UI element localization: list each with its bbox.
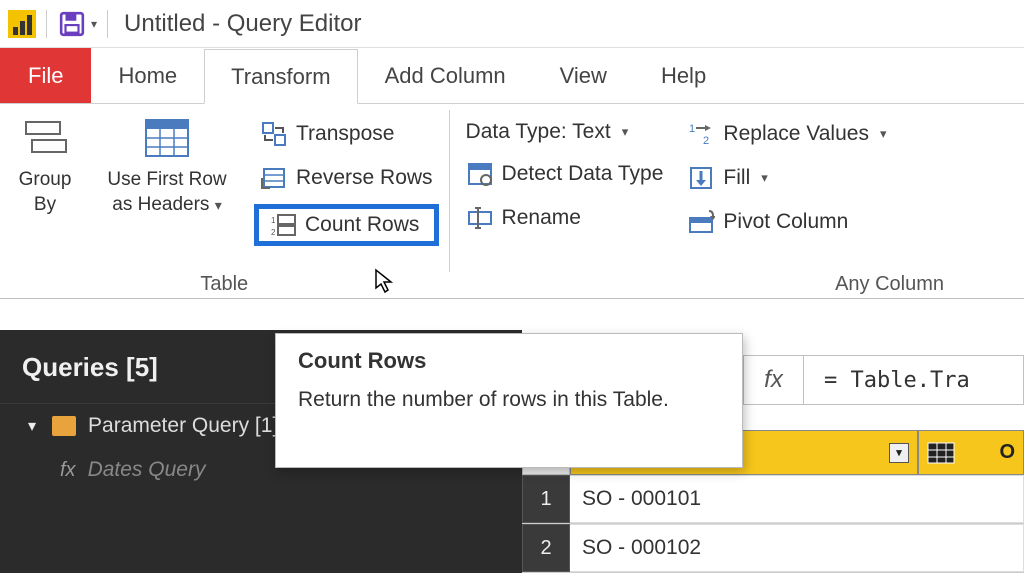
tooltip: Count Rows Return the number of rows in … — [275, 333, 743, 468]
window-title: Untitled - Query Editor — [124, 10, 361, 38]
formula-text[interactable]: = Table.Tra — [816, 368, 970, 393]
tooltip-body: Return the number of rows in this Table. — [298, 386, 720, 414]
save-button[interactable] — [57, 9, 87, 39]
file-menu-button[interactable]: File — [0, 48, 91, 103]
pivot-column-icon — [687, 208, 715, 236]
tab-home[interactable]: Home — [91, 48, 204, 103]
fill-icon — [687, 164, 715, 192]
column-type-icon — [927, 442, 955, 464]
count-rows-icon: 1 2 — [269, 211, 297, 239]
rename-button[interactable]: Rename — [460, 200, 670, 236]
tab-add-column[interactable]: Add Column — [358, 48, 533, 103]
rename-label: Rename — [502, 206, 581, 230]
tab-view[interactable]: View — [533, 48, 634, 103]
data-rows: 1 SO - 000101 2 SO - 000102 — [522, 475, 1024, 573]
use-first-row-label: Use First Rowas Headers ▾ — [107, 168, 226, 217]
replace-values-button[interactable]: 12 Replace Values ▾ — [681, 116, 892, 152]
table-row[interactable]: 2 SO - 000102 — [522, 524, 1024, 573]
replace-values-icon: 12 — [687, 120, 715, 148]
column-header-label: O — [999, 441, 1015, 464]
ribbon-group-table: GroupBy Use First Rowas Headers ▾ — [0, 104, 449, 298]
menu-tab-bar: File Home Transform Add Column View Help — [0, 48, 1024, 104]
row-number: 1 — [522, 475, 570, 523]
count-rows-button[interactable]: 1 2 Count Rows — [254, 204, 439, 246]
row-number: 2 — [522, 524, 570, 572]
rename-icon — [466, 204, 494, 232]
title-bar: ▾ Untitled - Query Editor — [0, 0, 1024, 48]
dropdown-arrow-icon: ▾ — [880, 126, 887, 142]
ribbon-group-any-column: Data Type: Text ▾ Detect Data Type Renam… — [450, 104, 1024, 298]
formula-bar: fx = Table.Tra — [743, 355, 1024, 405]
svg-text:2: 2 — [703, 135, 709, 147]
collapse-arrow-icon[interactable]: ▾ — [28, 416, 36, 436]
fill-button[interactable]: Fill ▾ — [681, 160, 892, 196]
detect-data-type-icon — [466, 160, 494, 188]
save-icon — [59, 11, 85, 37]
reverse-rows-icon — [260, 164, 288, 192]
pivot-column-button[interactable]: Pivot Column — [681, 204, 892, 240]
transpose-label: Transpose — [296, 122, 394, 146]
fx-button[interactable]: fx — [744, 356, 804, 404]
tooltip-title: Count Rows — [298, 348, 720, 374]
ribbon: GroupBy Use First Rowas Headers ▾ — [0, 104, 1024, 299]
queries-item-label: Parameter Query [1] — [88, 414, 278, 438]
use-first-row-icon — [144, 116, 190, 162]
data-type-button[interactable]: Data Type: Text ▾ — [460, 116, 670, 148]
fx-icon: fx — [60, 459, 76, 482]
transpose-button[interactable]: Transpose — [254, 116, 439, 152]
tab-help[interactable]: Help — [634, 48, 733, 103]
separator — [46, 10, 47, 38]
fill-label: Fill — [723, 166, 750, 190]
group-label-any-column: Any Column — [460, 271, 1014, 296]
pivot-column-label: Pivot Column — [723, 210, 848, 234]
group-label-table: Table — [10, 271, 439, 296]
qat-dropdown-icon[interactable]: ▾ — [91, 17, 97, 31]
svg-text:1: 1 — [689, 123, 695, 135]
reverse-rows-button[interactable]: Reverse Rows — [254, 160, 439, 196]
svg-text:2: 2 — [271, 228, 276, 237]
group-by-icon — [22, 116, 68, 162]
tab-transform[interactable]: Transform — [204, 49, 357, 104]
app-logo-icon — [8, 10, 36, 38]
transpose-icon — [260, 120, 288, 148]
detect-data-type-label: Detect Data Type — [502, 162, 664, 186]
data-type-label: Data Type: Text — [466, 120, 611, 144]
cell-value[interactable]: SO - 000102 — [570, 524, 1024, 572]
folder-icon — [52, 416, 76, 436]
use-first-row-button[interactable]: Use First Rowas Headers ▾ — [92, 110, 242, 217]
column-header[interactable]: O — [918, 430, 1024, 475]
cell-value[interactable]: SO - 000101 — [570, 475, 1024, 523]
separator — [107, 10, 108, 38]
svg-text:1: 1 — [271, 216, 276, 225]
group-by-button[interactable]: GroupBy — [10, 110, 80, 217]
replace-values-label: Replace Values — [723, 122, 869, 146]
dropdown-arrow-icon: ▾ — [622, 124, 629, 140]
column-filter-dropdown-icon[interactable]: ▾ — [889, 443, 909, 463]
table-row[interactable]: 1 SO - 000101 — [522, 475, 1024, 524]
reverse-rows-label: Reverse Rows — [296, 166, 433, 190]
detect-data-type-button[interactable]: Detect Data Type — [460, 156, 670, 192]
group-by-label: GroupBy — [19, 168, 72, 217]
queries-item-label: Dates Query — [88, 458, 206, 482]
dropdown-arrow-icon: ▾ — [761, 170, 768, 186]
count-rows-label: Count Rows — [305, 213, 419, 237]
